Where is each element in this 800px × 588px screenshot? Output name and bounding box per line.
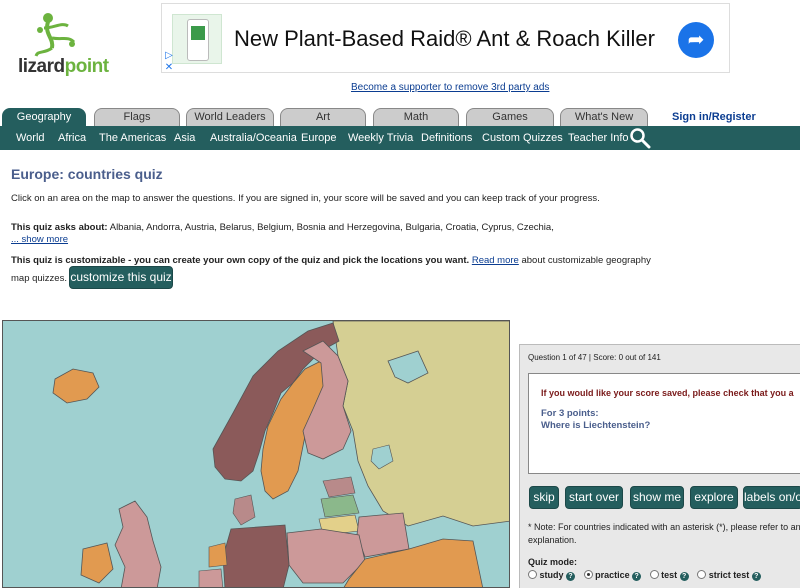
- tab-games[interactable]: Games: [466, 108, 554, 126]
- ad-arrow-icon[interactable]: ➦: [678, 22, 714, 58]
- nav-world[interactable]: World: [16, 132, 45, 144]
- tab-flags[interactable]: Flags: [94, 108, 180, 126]
- nav-americas[interactable]: The Americas: [99, 132, 166, 144]
- customizable-text: This quiz is customizable - you can crea…: [11, 255, 651, 266]
- lizardpoint-logo[interactable]: lizardpoint: [14, 8, 124, 80]
- help-icon[interactable]: ?: [679, 572, 689, 581]
- read-more-link[interactable]: Read more: [472, 255, 519, 266]
- country-russia[interactable]: [332, 321, 510, 527]
- nav-teacher-info[interactable]: Teacher Info: [568, 132, 629, 144]
- mode-study-radio[interactable]: [528, 570, 537, 579]
- intro-text: Click on an area on the map to answer th…: [11, 193, 600, 204]
- ad-choices-icon[interactable]: ▷ ✕: [162, 50, 176, 74]
- question-points: For 3 points:: [541, 408, 599, 419]
- ad-headline[interactable]: New Plant-Based Raid® Ant & Roach Killer: [234, 26, 655, 52]
- question-box: If you would like your score saved, plea…: [528, 373, 800, 474]
- mode-practice[interactable]: practice ?: [583, 570, 642, 581]
- country-latvia[interactable]: [320, 494, 360, 518]
- asterisk-note: * Note: For countries indicated with an …: [528, 522, 800, 545]
- country-ireland[interactable]: [80, 542, 114, 584]
- nav-europe[interactable]: Europe: [301, 132, 336, 144]
- mode-strict-test-radio[interactable]: [697, 570, 707, 579]
- help-icon[interactable]: ?: [751, 572, 761, 581]
- quiz-panel: Question 1 of 47 | Score: 0 out of 141 I…: [519, 344, 800, 588]
- tab-math[interactable]: Math: [373, 108, 459, 126]
- country-germany[interactable]: [222, 524, 290, 588]
- mode-test[interactable]: test ?: [649, 570, 689, 581]
- nav-asia[interactable]: Asia: [174, 132, 195, 144]
- country-iceland[interactable]: [52, 368, 100, 404]
- country-netherlands[interactable]: [208, 542, 228, 568]
- nav-definitions[interactable]: Definitions: [421, 132, 472, 144]
- tab-geography[interactable]: Geography: [2, 108, 86, 126]
- mode-test-radio[interactable]: [649, 570, 659, 579]
- europe-map[interactable]: [2, 320, 510, 588]
- skip-button[interactable]: skip: [529, 486, 559, 509]
- sign-in-link[interactable]: Sign in/Register: [672, 111, 756, 123]
- page-title: Europe: countries quiz: [11, 166, 163, 182]
- country-estonia[interactable]: [322, 476, 356, 498]
- customizable-text-2: map quizzes.: [11, 273, 67, 284]
- europe-map-svg: [52, 321, 510, 588]
- mode-study[interactable]: study ?: [528, 570, 576, 581]
- country-united-kingdom[interactable]: [114, 500, 162, 588]
- help-icon[interactable]: ?: [632, 572, 642, 581]
- mode-practice-radio[interactable]: [583, 570, 593, 579]
- country-belgium[interactable]: [198, 568, 224, 588]
- tab-world-leaders[interactable]: World Leaders: [186, 108, 274, 126]
- quiz-mode-options: study ? practice ? test ? strict test ?: [528, 570, 767, 581]
- quiz-topics: This quiz asks about: Albania, Andorra, …: [11, 222, 554, 233]
- search-icon[interactable]: [629, 127, 651, 149]
- nav-africa[interactable]: Africa: [58, 132, 86, 144]
- nav-custom-quizzes[interactable]: Custom Quizzes: [482, 132, 563, 144]
- supporter-link[interactable]: Become a supporter to remove 3rd party a…: [351, 82, 549, 93]
- start-over-button[interactable]: start over: [565, 486, 623, 509]
- explore-button[interactable]: explore: [690, 486, 738, 509]
- tab-art[interactable]: Art: [280, 108, 366, 126]
- nav-weekly-trivia[interactable]: Weekly Trivia: [348, 132, 413, 144]
- show-me-button[interactable]: show me: [630, 486, 684, 509]
- tab-whats-new[interactable]: What's New: [560, 108, 648, 126]
- advertisement[interactable]: New Plant-Based Raid® Ant & Roach Killer…: [161, 3, 730, 73]
- question-text: Where is Liechtenstein?: [541, 420, 651, 431]
- region-nav: World Africa The Americas Asia Australia…: [0, 126, 800, 150]
- labels-toggle-button[interactable]: labels on/o: [743, 486, 800, 509]
- show-more-link[interactable]: ... show more: [11, 234, 68, 245]
- nav-australia-oceania[interactable]: Australia/Oceania: [210, 132, 297, 144]
- quiz-mode-label: Quiz mode:: [528, 557, 577, 567]
- country-denmark[interactable]: [232, 494, 256, 526]
- help-icon[interactable]: ?: [566, 572, 576, 581]
- mode-strict-test[interactable]: strict test ?: [697, 570, 761, 581]
- quiz-status: Question 1 of 47 | Score: 0 out of 141: [528, 353, 661, 362]
- customize-quiz-button[interactable]: customize this quiz: [69, 266, 173, 289]
- save-warning: If you would like your score saved, plea…: [541, 388, 794, 398]
- logo-text: lizardpoint: [18, 56, 109, 77]
- lizard-logo-icon: [34, 13, 76, 57]
- ad-product-image[interactable]: [172, 14, 222, 64]
